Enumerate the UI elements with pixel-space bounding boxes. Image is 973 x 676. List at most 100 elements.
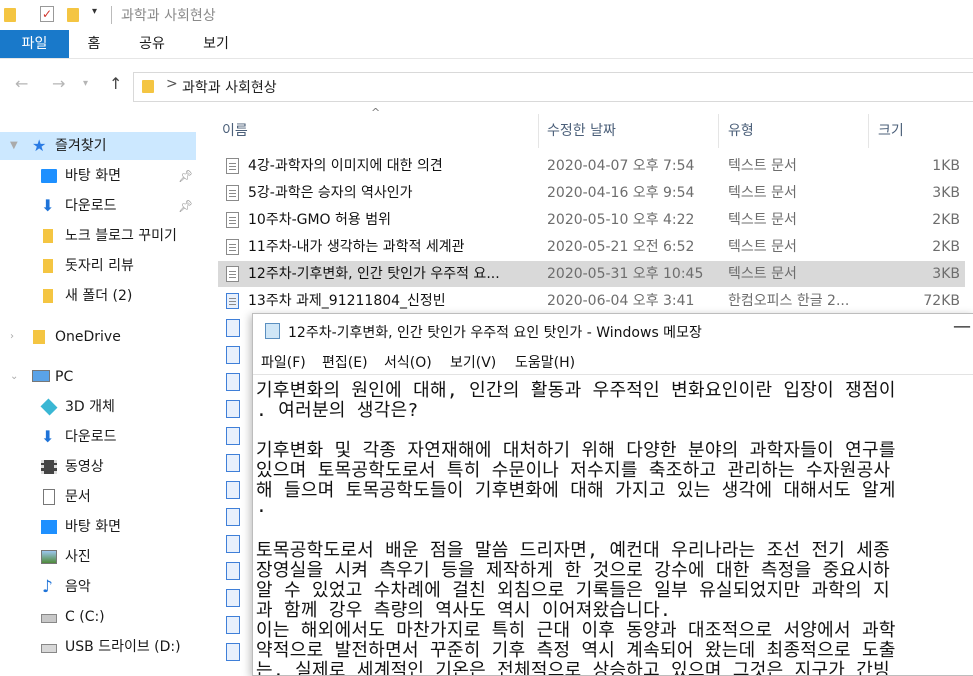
text-line: . 여러분의 생각은? bbox=[256, 400, 419, 421]
hwp-file-icon[interactable] bbox=[226, 562, 240, 580]
usb-drive-icon bbox=[41, 644, 57, 653]
file-row[interactable]: 13주차 과제_91211804_신정빈 2020-06-04 오후 3:41 … bbox=[218, 288, 965, 314]
nav-pc-usb-drive[interactable]: USB 드라이브 (D:) bbox=[0, 633, 196, 661]
hwp-file-icon[interactable] bbox=[226, 481, 240, 499]
title-separator bbox=[111, 6, 112, 24]
nav-item-folder-blog[interactable]: 노크 블로그 꾸미기 bbox=[0, 222, 196, 250]
text-line: . bbox=[256, 496, 268, 517]
file-date: 2020-05-31 오후 10:45 bbox=[547, 266, 704, 282]
file-row[interactable]: 5강-과학은 승자의 역사인가 2020-04-16 오후 9:54 텍스트 문… bbox=[218, 180, 965, 206]
tab-home[interactable]: 홈 bbox=[80, 30, 108, 58]
nav-quick-access[interactable]: ▼ ★ 즐겨찾기 bbox=[0, 132, 196, 160]
new-folder-icon[interactable] bbox=[67, 8, 79, 22]
desktop-icon bbox=[41, 520, 57, 534]
folder-icon bbox=[142, 80, 154, 93]
text-file-icon bbox=[226, 158, 239, 174]
notepad-icon bbox=[265, 323, 280, 339]
nav-pc-downloads[interactable]: ⬇ 다운로드 bbox=[0, 423, 196, 451]
nav-onedrive[interactable]: › OneDrive bbox=[0, 323, 196, 351]
address-row: ← → ▾ ↑ > 과학과 사회현상 bbox=[0, 66, 973, 106]
breadcrumb-current[interactable]: 과학과 사회현상 bbox=[182, 77, 277, 97]
hwp-file-icon[interactable] bbox=[226, 535, 240, 553]
file-size: 2KB bbox=[932, 212, 960, 228]
title-bar: ✓ ▾ 과학과 사회현상 bbox=[0, 0, 973, 30]
hwp-file-icon[interactable] bbox=[226, 427, 240, 445]
menu-edit[interactable]: 편집(E) bbox=[322, 352, 368, 372]
nav-label: C (C:) bbox=[65, 609, 105, 625]
customize-toolbar-icon[interactable]: ▾ bbox=[92, 6, 97, 17]
nav-label: 즐겨찾기 bbox=[55, 138, 107, 154]
forward-icon[interactable]: → bbox=[52, 74, 65, 93]
folder-icon bbox=[43, 289, 53, 303]
hwp-file-icon[interactable] bbox=[226, 400, 240, 418]
file-row-selected[interactable]: 12주차-기후변화, 인간 탓인가 우주적 요... 2020-05-31 오후… bbox=[218, 261, 965, 287]
video-icon bbox=[41, 460, 57, 474]
hwp-file-icon[interactable] bbox=[226, 508, 240, 526]
tab-share[interactable]: 공유 bbox=[136, 30, 168, 58]
hwp-file-icon[interactable] bbox=[226, 643, 240, 661]
hwp-file-icon[interactable] bbox=[226, 373, 240, 391]
chevron-down-icon[interactable]: ⌄ bbox=[10, 363, 18, 391]
file-row[interactable]: 4강-과학자의 이미지에 대한 의견 2020-04-07 오후 7:54 텍스… bbox=[218, 153, 965, 179]
computer-icon bbox=[32, 370, 50, 382]
nav-pc-music[interactable]: ♪ 음악 bbox=[0, 573, 196, 601]
up-icon[interactable]: ↑ bbox=[109, 74, 122, 93]
nav-item-new-folder-2[interactable]: 새 폴더 (2) bbox=[0, 282, 196, 310]
folder-icon bbox=[43, 259, 53, 273]
address-bar[interactable]: > 과학과 사회현상 bbox=[133, 72, 973, 102]
nav-item-desktop[interactable]: 바탕 화면 📌︎ bbox=[0, 162, 196, 190]
file-name: 12주차-기후변화, 인간 탓인가 우주적 요... bbox=[248, 266, 500, 282]
column-header-type[interactable]: 유형 bbox=[728, 120, 754, 140]
nav-label: 음악 bbox=[65, 579, 91, 595]
file-row[interactable]: 11주차-내가 생각하는 과학적 세계관 2020-05-21 오전 6:52 … bbox=[218, 234, 965, 260]
desktop-icon bbox=[41, 169, 57, 183]
nav-item-downloads[interactable]: ⬇ 다운로드 📌︎ bbox=[0, 192, 196, 220]
column-divider[interactable] bbox=[718, 114, 719, 148]
menu-file[interactable]: 파일(F) bbox=[261, 352, 306, 372]
notepad-title: 12주차-기후변화, 인간 탓인가 우주적 요인 탓인가 - Windows 메… bbox=[288, 325, 702, 341]
breadcrumb-separator[interactable]: > bbox=[166, 76, 178, 92]
nav-pc-documents[interactable]: 문서 bbox=[0, 483, 196, 511]
tab-file[interactable]: 파일 bbox=[0, 30, 69, 58]
nav-label: 노크 블로그 꾸미기 bbox=[65, 228, 177, 244]
nav-pc-desktop[interactable]: 바탕 화면 bbox=[0, 513, 196, 541]
notepad-title-bar[interactable]: 12주차-기후변화, 인간 탓인가 우주적 요인 탓인가 - Windows 메… bbox=[253, 314, 973, 347]
pin-icon[interactable]: 📌︎ bbox=[178, 192, 193, 220]
notepad-window[interactable]: 12주차-기후변화, 인간 탓인가 우주적 요인 탓인가 - Windows 메… bbox=[252, 313, 973, 676]
file-size: 2KB bbox=[932, 239, 960, 255]
nav-label: 바탕 화면 bbox=[65, 519, 121, 535]
chevron-down-icon[interactable]: ▼ bbox=[10, 132, 18, 160]
back-icon[interactable]: ← bbox=[15, 74, 28, 93]
nav-pc-pictures[interactable]: 사진 bbox=[0, 543, 196, 571]
hwp-file-icon[interactable] bbox=[226, 346, 240, 364]
nav-pc-videos[interactable]: 동영상 bbox=[0, 453, 196, 481]
properties-icon[interactable]: ✓ bbox=[40, 6, 54, 22]
column-divider[interactable] bbox=[538, 114, 539, 148]
column-divider[interactable] bbox=[868, 114, 869, 148]
nav-this-pc[interactable]: ⌄ PC bbox=[0, 363, 196, 391]
hwp-file-icon[interactable] bbox=[226, 319, 240, 337]
tab-view[interactable]: 보기 bbox=[200, 30, 232, 58]
nav-label: 문서 bbox=[65, 489, 91, 505]
nav-item-folder-review[interactable]: 돗자리 리뷰 bbox=[0, 252, 196, 280]
file-type: 텍스트 문서 bbox=[728, 185, 797, 201]
hwp-file-icon[interactable] bbox=[226, 454, 240, 472]
pin-icon[interactable]: 📌︎ bbox=[178, 162, 193, 190]
file-row[interactable]: 10주차-GMO 허용 범위 2020-05-10 오후 4:22 텍스트 문서… bbox=[218, 207, 965, 233]
hwp-file-icon[interactable] bbox=[226, 589, 240, 607]
minimize-button[interactable]: — bbox=[953, 316, 971, 337]
nav-pc-drive-c[interactable]: C (C:) bbox=[0, 603, 196, 631]
menu-format[interactable]: 서식(O) bbox=[384, 352, 432, 372]
nav-pc-3d-objects[interactable]: 3D 개체 bbox=[0, 393, 196, 421]
column-header-size[interactable]: 크기 bbox=[878, 120, 904, 140]
column-header-name[interactable]: 이름 bbox=[222, 120, 248, 140]
nav-label: PC bbox=[55, 369, 74, 385]
column-header-modified[interactable]: 수정한 날짜 bbox=[547, 120, 616, 140]
chevron-right-icon[interactable]: › bbox=[10, 323, 14, 351]
recent-locations-icon[interactable]: ▾ bbox=[83, 78, 88, 89]
menu-view[interactable]: 보기(V) bbox=[450, 352, 496, 372]
hwp-file-icon[interactable] bbox=[226, 616, 240, 634]
notepad-text-area[interactable]: 기후변화의 원인에 대해, 인간의 활동과 우주적인 변화요인이란 입장이 쟁점… bbox=[253, 374, 973, 675]
nav-label: 다운로드 bbox=[65, 198, 117, 214]
menu-help[interactable]: 도움말(H) bbox=[515, 352, 575, 372]
